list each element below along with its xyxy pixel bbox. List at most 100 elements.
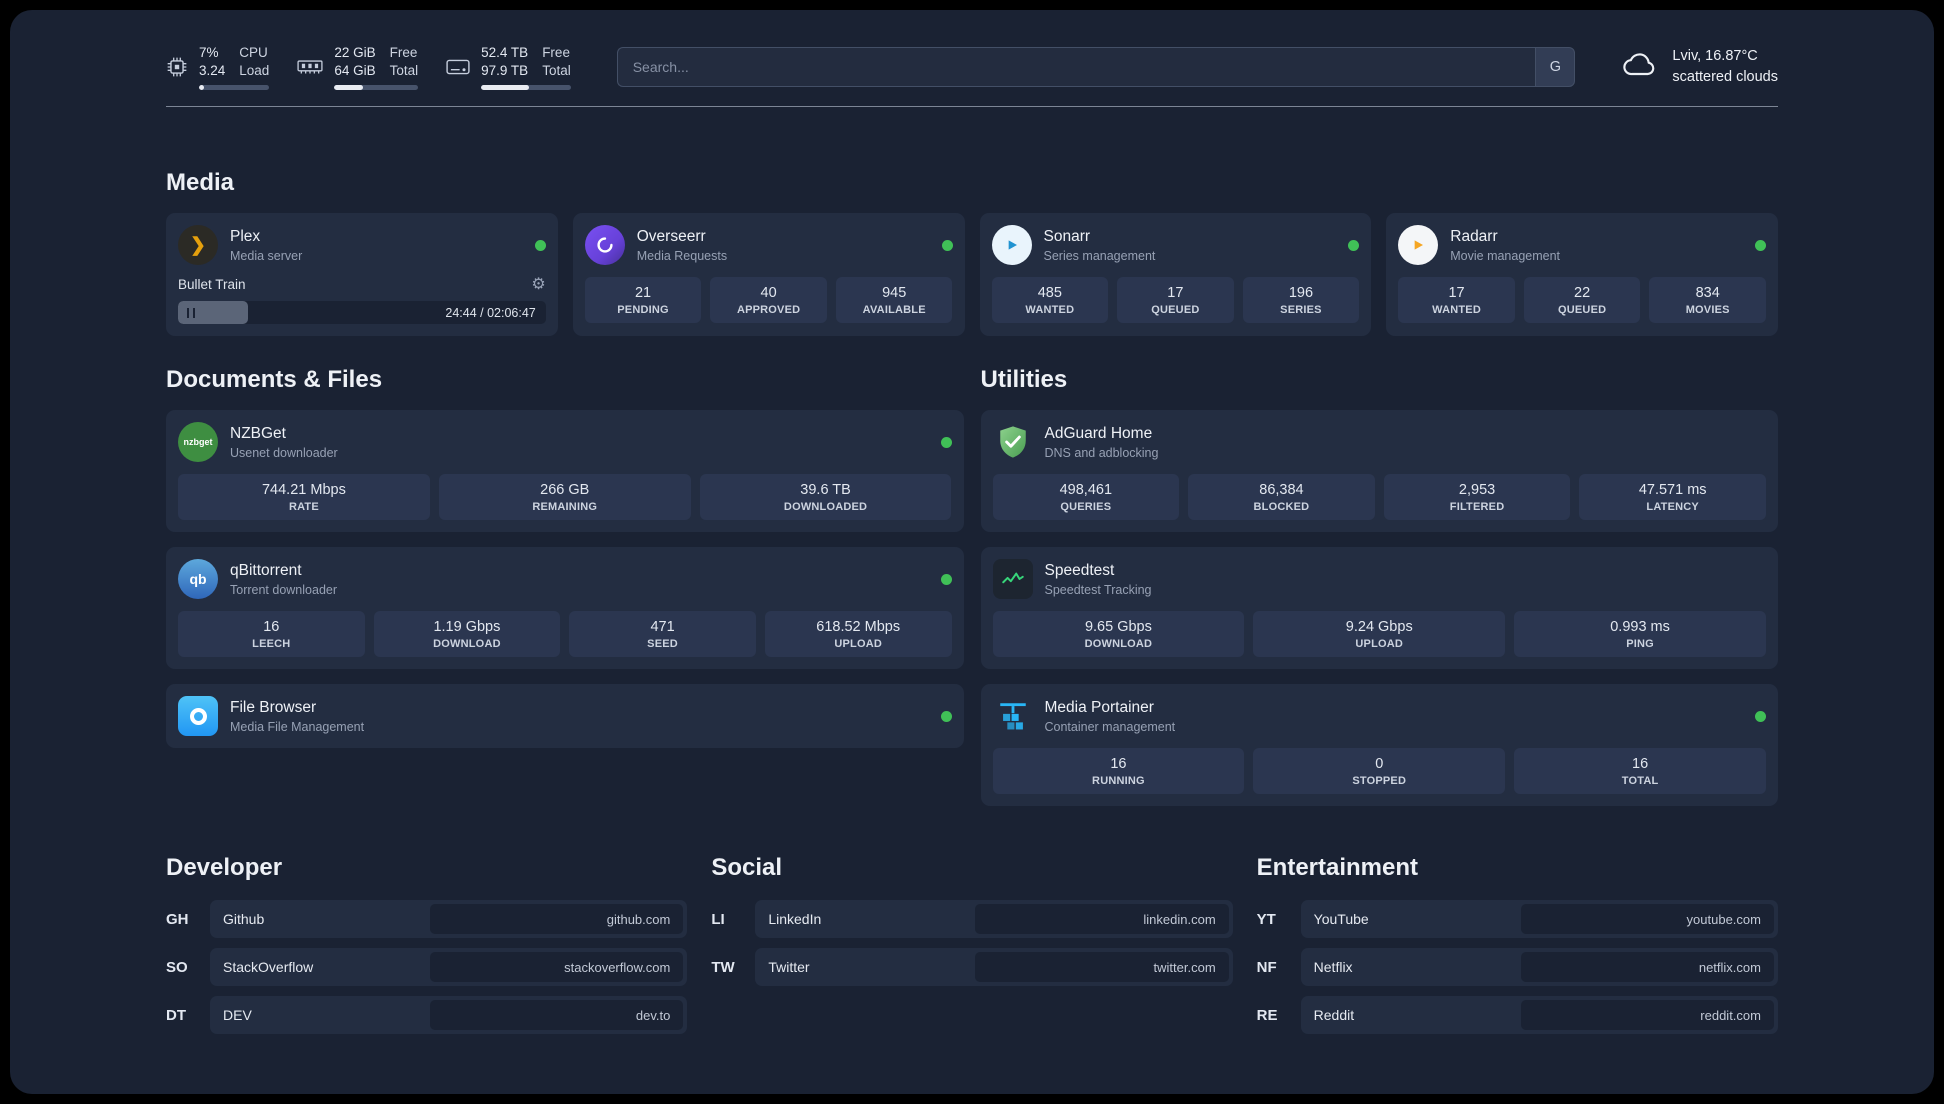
app-card-portainer[interactable]: Media Portainer Container management 16 … [980,684,1778,806]
bookmark-abbr: DT [166,1006,186,1024]
stat-stopped: 0 STOPPED [1253,748,1506,794]
app-card-sonarr[interactable]: Sonarr Series management 485 WANTED 17 Q… [979,213,1372,336]
bookmark-group-developer: Developer GH Github github.com SO StackO… [166,854,688,1044]
status-dot-online [941,239,953,251]
bookmark-twitter[interactable]: TW Twitter twitter.com [711,948,1233,986]
stat-wanted: 485 WANTED [991,277,1109,323]
app-desc: Movie management [1450,248,1561,263]
app-desc: Torrent downloader [230,582,338,597]
app-desc: Media File Management [230,719,365,734]
app-desc: Container management [1044,719,1176,734]
cpu-load-value: 3.24 [199,62,226,78]
app-name: File Browser [230,698,317,716]
bookmark-stackoverflow[interactable]: SO StackOverflow stackoverflow.com [166,948,688,986]
app-desc: Speedtest Tracking [1044,582,1152,597]
stat-upload: 9.24 Gbps UPLOAD [1253,611,1506,657]
plex-icon: ❯ [178,225,218,265]
section-title-documents: Documents & Files [166,366,383,393]
section-title-social: Social [711,854,783,881]
stat-ping: 0.993 ms PING [1514,611,1766,657]
stat-approved: 40 APPROVED [710,277,827,323]
section-title-entertainment: Entertainment [1256,854,1419,881]
app-card-adguard[interactable]: AdGuard Home DNS and adblocking 498,461 … [980,410,1778,532]
ram-free-value: 22 GiB [334,44,376,60]
bookmark-linkedin[interactable]: LI LinkedIn linkedin.com [711,900,1233,938]
stat-downloaded: 39.6 TB DOWNLOADED [699,474,952,520]
system-monitors: 7% 3.24 CPU Load 22 GiB 64 GiB Free Tota… [166,44,571,91]
bookmark-abbr: RE [1256,1006,1278,1024]
stat-total: 16 TOTAL [1514,748,1766,794]
status-dot-online [940,710,952,722]
app-card-radarr[interactable]: Radarr Movie management 17 WANTED 22 QUE… [1386,213,1778,336]
bookmark-github[interactable]: GH Github github.com [166,900,688,938]
app-card-nzbget[interactable]: nzbget NZBGet Usenet downloader 744.21 M… [166,410,964,532]
app-name: Overseerr [636,227,706,245]
cpu-usage-bar [199,85,270,91]
app-name: NZBGet [230,424,286,442]
status-dot-online [1755,710,1766,722]
bookmark-url: netflix.com [1520,952,1774,982]
stat-wanted: 17 WANTED [1398,277,1515,323]
app-card-filebrowser[interactable]: File Browser Media File Management [166,684,964,748]
ram-label-top: Free [389,44,418,60]
bookmark-url: stackoverflow.com [430,952,684,982]
stat-download: 1.19 Gbps DOWNLOAD [373,611,561,657]
app-card-qbittorrent[interactable]: qb qBittorrent Torrent downloader 16 LEE… [166,547,964,669]
bookmark-abbr: YT [1256,910,1276,928]
status-dot-online [534,239,546,251]
section-title-developer: Developer [166,854,283,881]
bookmark-reddit[interactable]: RE Reddit reddit.com [1257,996,1778,1034]
bookmark-name: Github [223,911,265,927]
app-name: Speedtest [1044,561,1115,579]
bookmark-url: dev.to [430,1000,684,1030]
ram-label-bottom: Total [389,62,419,78]
cpu-monitor: 7% 3.24 CPU Load [166,44,270,91]
search-input[interactable] [616,47,1536,87]
stat-queued: 22 QUEUED [1523,277,1641,323]
disk-monitor: 52.4 TB 97.9 TB Free Total [446,44,571,91]
bookmark-name: LinkedIn [768,911,822,927]
dashboard: 7% 3.24 CPU Load 22 GiB 64 GiB Free Tota… [10,10,1934,1094]
bookmark-url: youtube.com [1520,904,1774,934]
app-name: Plex [230,227,261,245]
stat-download: 9.65 Gbps DOWNLOAD [992,611,1245,657]
status-dot-online [1348,239,1360,251]
disk-free-value: 52.4 TB [481,44,529,60]
gear-icon[interactable]: ⚙ [531,274,545,294]
stat-series: 196 SERIES [1242,277,1360,323]
cloud-icon [1621,51,1659,83]
stat-latency: 47.571 ms LATENCY [1579,474,1766,520]
pause-icon[interactable] [187,307,195,318]
app-card-speedtest[interactable]: Speedtest Speedtest Tracking 9.65 Gbps D… [980,547,1778,669]
bookmark-dev[interactable]: DT DEV dev.to [166,996,688,1034]
bookmark-url: linkedin.com [975,904,1229,934]
stat-blocked: 86,384 BLOCKED [1188,474,1375,520]
disk-label-bottom: Total [542,62,571,78]
app-card-overseerr[interactable]: Overseerr Media Requests 21 PENDING 40 A… [572,213,965,336]
ram-total-value: 64 GiB [334,62,376,78]
bookmark-abbr: TW [711,958,735,976]
radarr-icon [1398,225,1439,265]
status-dot-online [940,573,952,585]
bookmark-name: StackOverflow [223,959,314,975]
bookmark-netflix[interactable]: NF Netflix netflix.com [1257,948,1778,986]
sonarr-icon [991,225,1032,265]
bookmark-name: DEV [223,1007,252,1023]
media-grid: ❯ Plex Media server Bullet Train ⚙ 24:44… [166,213,1778,336]
stat-movies: 834 MOVIES [1649,277,1766,323]
search-engine-button[interactable]: G [1535,47,1576,87]
bookmark-youtube[interactable]: YT YouTube youtube.com [1257,900,1778,938]
app-desc: Media Requests [636,248,728,263]
bookmark-url: github.com [430,904,684,934]
stat-remaining: 266 GB REMAINING [438,474,691,520]
status-dot-online [1755,239,1766,251]
plex-now-playing: Bullet Train ⚙ 24:44 / 02:06:47 [178,274,546,324]
speedtest-icon [992,559,1033,599]
app-desc: Series management [1043,248,1156,263]
playback-progress-bar[interactable]: 24:44 / 02:06:47 [178,301,546,324]
cpu-percent: 7% [199,44,219,60]
bookmark-group-entertainment: Entertainment YT YouTube youtube.com NF … [1257,854,1778,1044]
app-card-plex[interactable]: ❯ Plex Media server Bullet Train ⚙ 24:44… [166,213,558,336]
cpu-icon [166,56,188,78]
stat-pending: 21 PENDING [584,277,702,323]
